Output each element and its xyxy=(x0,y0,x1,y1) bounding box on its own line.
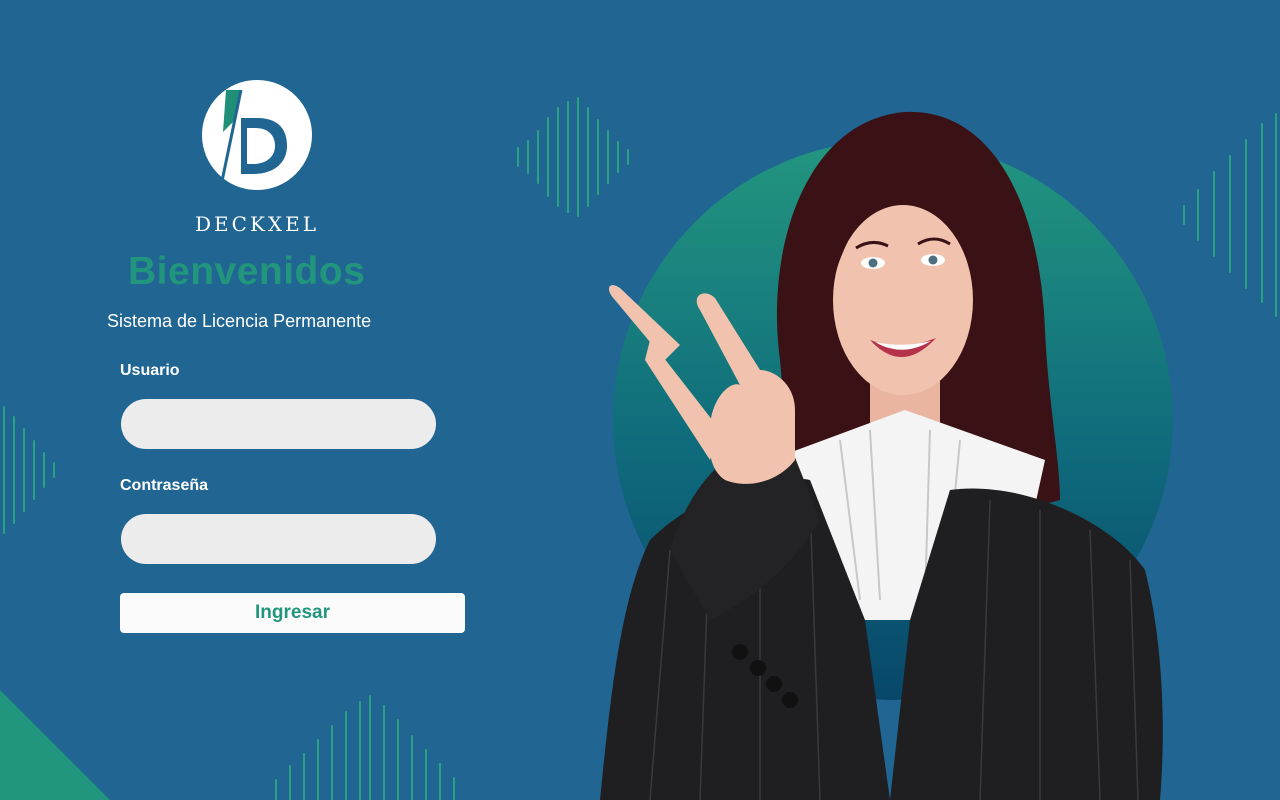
hero-woman-illustration xyxy=(600,111,1173,800)
password-input[interactable] xyxy=(121,514,436,564)
ingresar-button[interactable]: Ingresar xyxy=(120,593,465,633)
welcome-title: Bienvenidos xyxy=(128,250,366,293)
username-input[interactable] xyxy=(121,399,436,449)
deckxel-logo xyxy=(202,80,312,190)
password-label: Contraseña xyxy=(120,477,209,494)
decorative-wave-bottom xyxy=(275,695,455,800)
decorative-wave-right xyxy=(1183,113,1277,317)
username-label: Usuario xyxy=(120,362,180,379)
decorative-wave-left xyxy=(3,406,55,534)
system-subtitle: Sistema de Licencia Permanente xyxy=(107,311,372,331)
decorative-corner-triangle xyxy=(0,690,110,800)
brand-name: DECKXEL xyxy=(195,212,319,236)
